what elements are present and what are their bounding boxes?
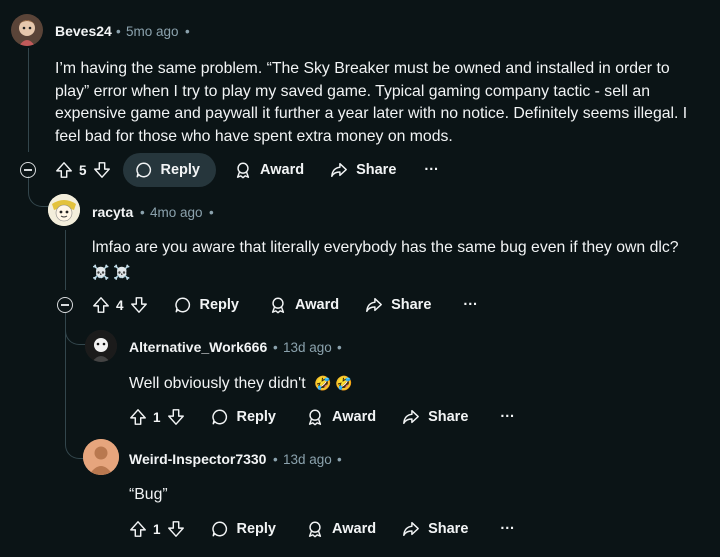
- more-options-button[interactable]: ···: [463, 297, 478, 313]
- award-icon: [308, 521, 322, 538]
- comment-actions: 1 Reply Award Share ···: [129, 399, 515, 435]
- vote-group: 1: [129, 520, 185, 538]
- share-icon: [331, 162, 347, 178]
- vote-group: 5: [55, 161, 111, 179]
- award-label: Award: [295, 297, 340, 313]
- comment-emoji: 🤣 🤣: [313, 375, 353, 391]
- reply-label: Reply: [236, 521, 277, 537]
- avatar[interactable]: [11, 14, 43, 46]
- comment-username[interactable]: Beves24: [55, 23, 112, 39]
- meta-separator: •: [337, 340, 342, 355]
- vote-count: 4: [116, 297, 124, 313]
- more-options-icon: ···: [500, 409, 515, 425]
- reply-button[interactable]: Reply: [211, 408, 277, 426]
- more-options-button[interactable]: ···: [500, 409, 515, 425]
- more-options-button[interactable]: ···: [500, 521, 515, 537]
- comment-username[interactable]: racyta: [92, 204, 133, 220]
- award-button[interactable]: Award: [269, 296, 339, 314]
- comment-bubble-icon: [135, 162, 151, 178]
- comment-timestamp: 5mo ago: [126, 24, 179, 39]
- upvote-icon[interactable]: [55, 161, 73, 179]
- meta-separator: •: [273, 452, 278, 467]
- comment-actions: 5 Reply Award Share ···: [55, 152, 439, 188]
- share-button[interactable]: Share: [330, 161, 396, 179]
- avatar[interactable]: [85, 330, 117, 362]
- upvote-icon[interactable]: [92, 296, 110, 314]
- vote-count: 1: [153, 409, 161, 425]
- comment-bubble-icon: [211, 409, 227, 425]
- comment-username[interactable]: Weird-Inspector7330: [129, 451, 266, 467]
- downvote-icon[interactable]: [167, 408, 185, 426]
- meta-separator: •: [116, 24, 121, 39]
- share-button[interactable]: Share: [402, 520, 468, 538]
- downvote-icon[interactable]: [93, 161, 111, 179]
- share-button[interactable]: Share: [365, 296, 431, 314]
- comment-username[interactable]: Alternative_Work666: [129, 339, 267, 355]
- more-options-icon: ···: [424, 162, 439, 178]
- avatar[interactable]: [83, 439, 119, 475]
- award-label: Award: [332, 409, 377, 425]
- more-options-icon: ···: [463, 297, 478, 313]
- award-button[interactable]: Award: [234, 161, 304, 179]
- reply-label: Reply: [199, 297, 240, 313]
- reply-label: Reply: [236, 409, 277, 425]
- reply-button[interactable]: Reply: [174, 296, 240, 314]
- share-label: Share: [391, 297, 432, 313]
- award-icon: [236, 162, 250, 179]
- award-icon: [271, 297, 285, 314]
- thread-connector: [28, 176, 51, 207]
- meta-separator: •: [185, 24, 190, 39]
- comment-body: lmfao are you aware that literally every…: [92, 239, 679, 256]
- meta-separator: •: [273, 340, 278, 355]
- meta-separator: •: [140, 205, 145, 220]
- avatar[interactable]: [48, 194, 80, 226]
- share-icon: [403, 409, 419, 425]
- vote-group: 4: [92, 296, 148, 314]
- downvote-icon[interactable]: [130, 296, 148, 314]
- meta-separator: •: [209, 205, 214, 220]
- more-options-icon: ···: [500, 521, 515, 537]
- share-label: Share: [428, 521, 469, 537]
- thread-line: [28, 48, 29, 152]
- comment-body: I’m having the same problem. “The Sky Br…: [55, 60, 688, 145]
- share-icon: [366, 297, 382, 313]
- comment-emoji: ☠️ ☠️: [92, 264, 131, 280]
- reply-button[interactable]: Reply: [211, 520, 277, 538]
- award-button[interactable]: Award: [306, 520, 376, 538]
- share-button[interactable]: Share: [402, 408, 468, 426]
- award-label: Award: [260, 162, 305, 178]
- award-icon: [308, 409, 322, 426]
- comment-actions: 1 Reply Award Share ···: [129, 511, 515, 547]
- downvote-icon[interactable]: [167, 520, 185, 538]
- reply-label: Reply: [160, 162, 201, 178]
- comment-body: “Bug”: [129, 486, 168, 503]
- award-button[interactable]: Award: [306, 408, 376, 426]
- collapse-thread-button[interactable]: [20, 162, 36, 178]
- collapse-thread-button[interactable]: [57, 297, 73, 313]
- comment-actions: 4 Reply Award Share ···: [92, 287, 478, 323]
- comment-timestamp: 13d ago: [283, 340, 332, 355]
- comment-text: Well obviously they didn't: [129, 375, 306, 392]
- share-label: Share: [356, 162, 397, 178]
- upvote-icon[interactable]: [129, 408, 147, 426]
- upvote-icon[interactable]: [129, 520, 147, 538]
- share-label: Share: [428, 409, 469, 425]
- comment-bubble-icon: [174, 297, 190, 313]
- comment-bubble-icon: [211, 521, 227, 537]
- more-options-button[interactable]: ···: [424, 162, 439, 178]
- vote-group: 1: [129, 408, 185, 426]
- comment-body: Well obviously they didn't 🤣 🤣: [129, 372, 689, 396]
- award-label: Award: [332, 521, 377, 537]
- thread-line: [65, 230, 66, 290]
- comment-timestamp: 4mo ago: [150, 205, 203, 220]
- share-icon: [403, 521, 419, 537]
- comment-timestamp: 13d ago: [283, 452, 332, 467]
- vote-count: 5: [79, 162, 87, 178]
- vote-count: 1: [153, 521, 161, 537]
- thread-connector: [65, 316, 86, 345]
- reply-button[interactable]: Reply: [122, 153, 217, 187]
- meta-separator: •: [337, 452, 342, 467]
